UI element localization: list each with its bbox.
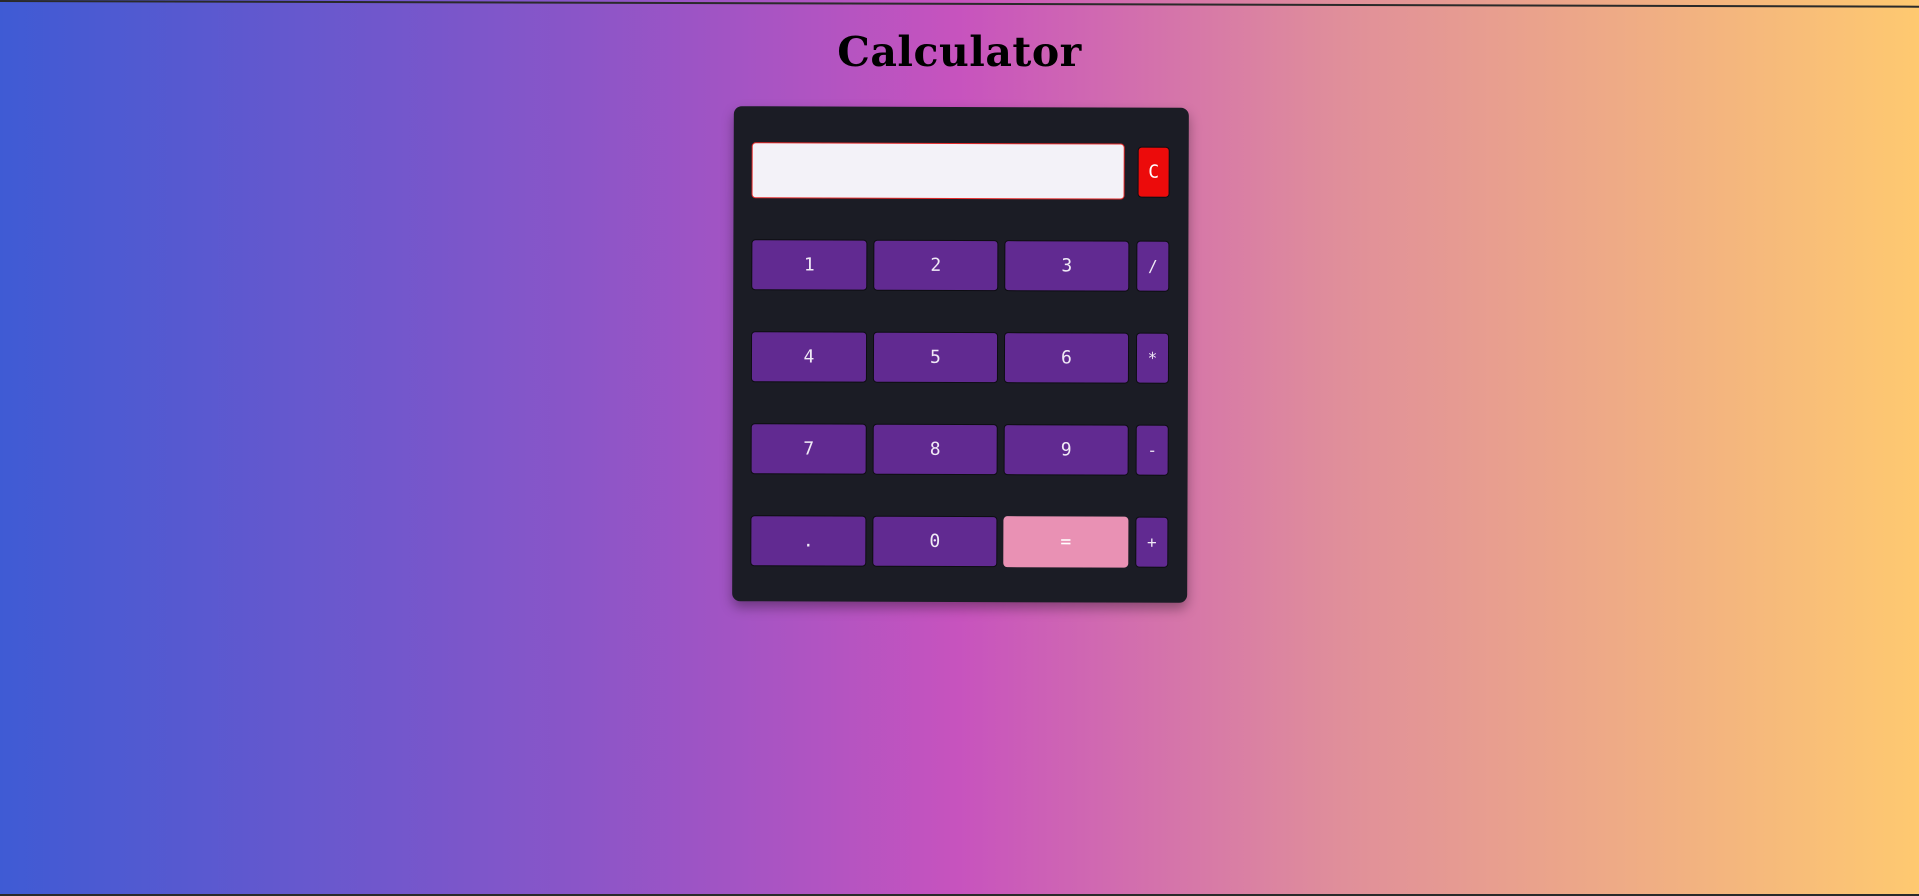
top-border-line	[0, 0, 1919, 8]
add-button[interactable]: +	[1135, 516, 1169, 568]
decimal-button[interactable]: .	[750, 515, 867, 567]
digit-8-button[interactable]: 8	[872, 423, 998, 476]
digit-0-button[interactable]: 0	[872, 515, 998, 568]
digit-7-button[interactable]: 7	[750, 423, 867, 475]
subtract-button[interactable]: -	[1135, 424, 1169, 476]
multiply-button[interactable]: *	[1135, 332, 1170, 384]
digit-4-button[interactable]: 4	[750, 331, 868, 383]
calculator-display[interactable]	[751, 142, 1125, 200]
page-title: Calculator	[837, 28, 1082, 76]
equals-button[interactable]: =	[1003, 516, 1129, 568]
calculator-panel: C 1 2 3 / 4 5 6 * 7 8 9 - . 0 = +	[732, 106, 1189, 603]
digit-6-button[interactable]: 6	[1003, 332, 1130, 384]
digit-3-button[interactable]: 3	[1004, 240, 1130, 292]
digit-2-button[interactable]: 2	[873, 239, 999, 292]
digit-1-button[interactable]: 1	[751, 239, 868, 291]
divide-button[interactable]: /	[1136, 240, 1170, 292]
digit-9-button[interactable]: 9	[1003, 424, 1129, 476]
clear-button[interactable]: C	[1137, 146, 1170, 198]
digit-5-button[interactable]: 5	[872, 331, 999, 384]
